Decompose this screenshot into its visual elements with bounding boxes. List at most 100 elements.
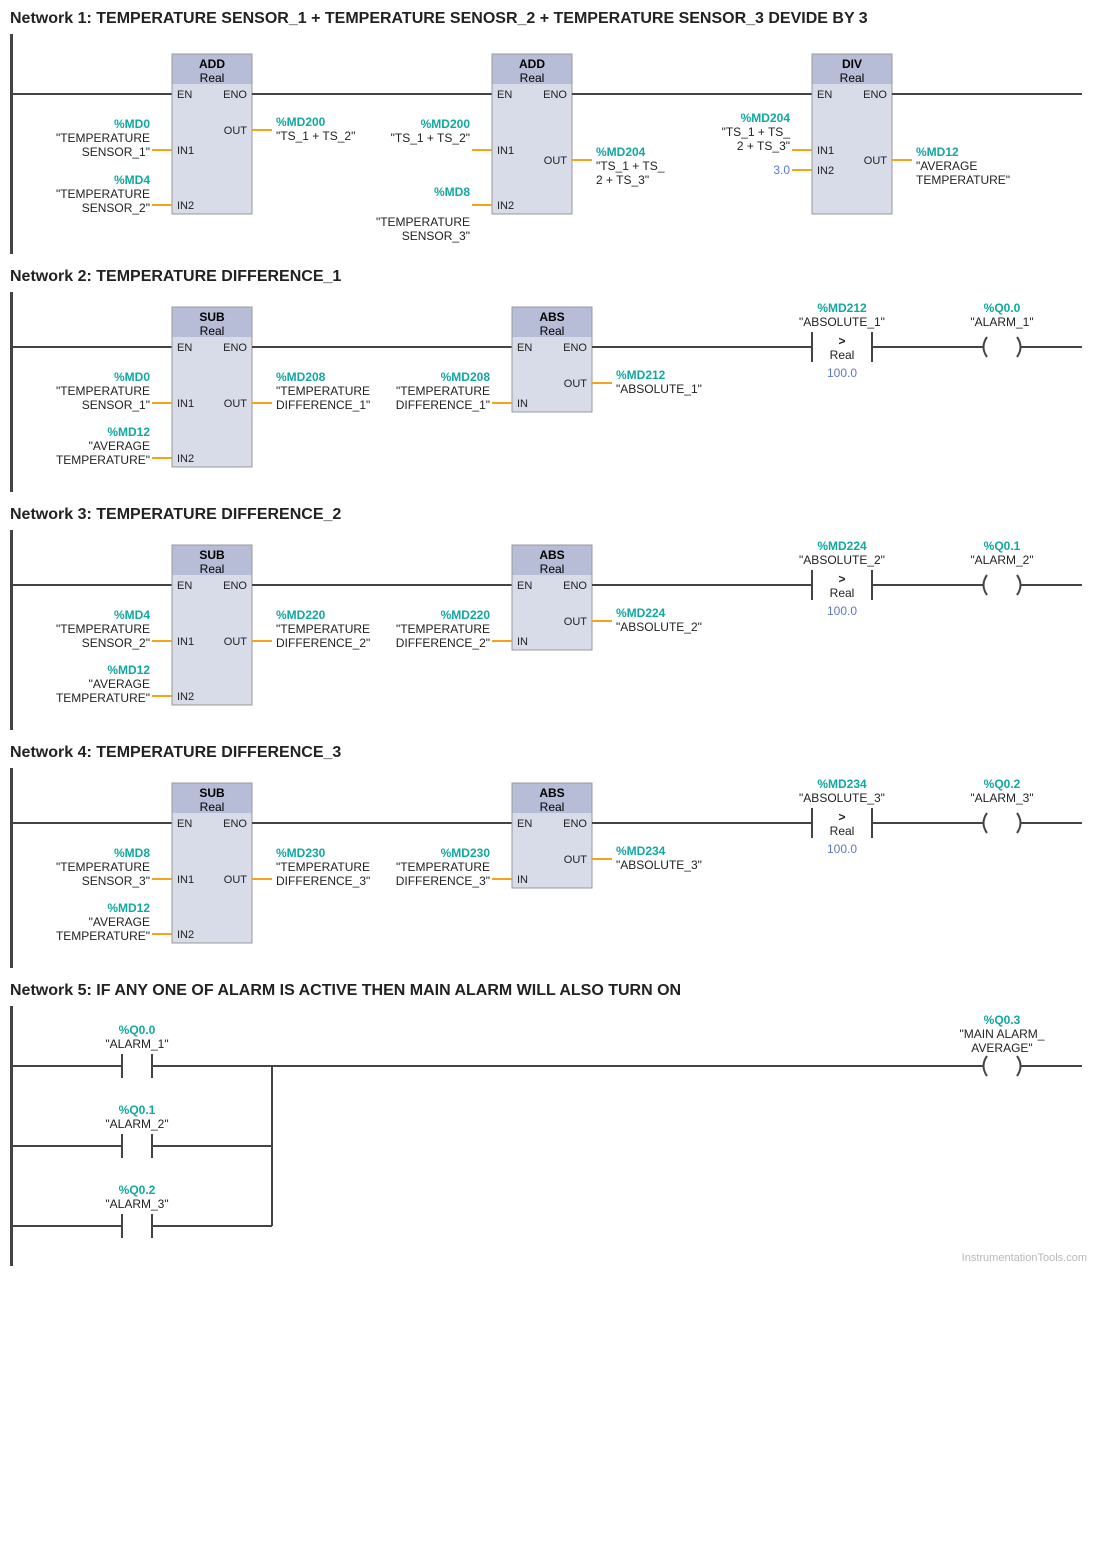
svg-text:"TEMPERATURE: "TEMPERATURE	[396, 860, 490, 874]
svg-text:%MD224: %MD224	[616, 606, 666, 620]
svg-text:EN: EN	[517, 818, 532, 830]
svg-text:"ALARM_1": "ALARM_1"	[970, 315, 1033, 329]
svg-text:%MD8: %MD8	[114, 846, 150, 860]
compare-contact: %MD234 "ABSOLUTE_3" > Real 100.0	[799, 777, 885, 856]
tag-addr: %MD8	[434, 185, 470, 199]
fbd-block-abs: ABS Real EN ENO IN OUT	[512, 307, 592, 412]
network-4: SUB Real EN ENO IN1 IN2 OUT %MD8 "TEMPER…	[10, 768, 1096, 968]
svg-text:>: >	[838, 572, 845, 586]
svg-text:SENSOR_3": SENSOR_3"	[402, 229, 470, 243]
svg-text:EN: EN	[177, 818, 192, 830]
svg-text:IN1: IN1	[177, 636, 194, 648]
svg-text:Real: Real	[840, 71, 865, 85]
svg-text:%MD4: %MD4	[114, 608, 150, 622]
svg-text:IN: IN	[517, 874, 528, 886]
svg-text:Real: Real	[540, 800, 565, 814]
tag-addr: %MD12	[916, 145, 959, 159]
svg-text:ADD: ADD	[199, 57, 225, 71]
fbd-block-div: DIV Real EN ENO IN1 IN2 OUT	[812, 54, 892, 214]
network-title-2: Network 2: TEMPERATURE DIFFERENCE_1	[10, 268, 1096, 286]
svg-text:Real: Real	[830, 586, 855, 600]
svg-text:%MD230: %MD230	[441, 846, 491, 860]
svg-text:DIV: DIV	[842, 57, 862, 71]
svg-text:SENSOR_3": SENSOR_3"	[82, 874, 150, 888]
svg-text:"TEMPERATURE: "TEMPERATURE	[276, 384, 370, 398]
svg-text:DIFFERENCE_1": DIFFERENCE_1"	[276, 398, 370, 412]
svg-text:2 + TS_3": 2 + TS_3"	[737, 139, 790, 153]
svg-text:SUB: SUB	[199, 548, 225, 562]
svg-text:"TEMPERATURE: "TEMPERATURE	[56, 187, 150, 201]
svg-text:"AVERAGE: "AVERAGE	[916, 159, 977, 173]
svg-text:ABS: ABS	[539, 548, 564, 562]
svg-text:>: >	[838, 810, 845, 824]
svg-text:DIFFERENCE_2": DIFFERENCE_2"	[396, 636, 490, 650]
svg-text:ENO: ENO	[563, 342, 587, 354]
svg-text:SENSOR_1": SENSOR_1"	[82, 145, 150, 159]
output-coil: %Q0.0 "ALARM_1"	[970, 301, 1033, 357]
fbd-block-sub: SUB Real EN ENO IN1 IN2 OUT	[172, 545, 252, 705]
svg-text:"ALARM_3": "ALARM_3"	[105, 1197, 168, 1211]
svg-text:OUT: OUT	[564, 854, 588, 866]
fbd-block-abs: ABS Real EN ENO IN OUT	[512, 545, 592, 650]
svg-text:>: >	[838, 334, 845, 348]
svg-text:"ABSOLUTE_1": "ABSOLUTE_1"	[616, 382, 702, 396]
svg-text:OUT: OUT	[224, 125, 248, 137]
tag-addr: %MD204	[741, 111, 791, 125]
svg-text:Real: Real	[200, 324, 225, 338]
svg-text:IN: IN	[517, 636, 528, 648]
fbd-block-sub: SUB Real EN ENO IN1 IN2 OUT	[172, 307, 252, 467]
svg-text:IN1: IN1	[177, 398, 194, 410]
svg-text:DIFFERENCE_3": DIFFERENCE_3"	[276, 874, 370, 888]
network-5: %Q0.0 "ALARM_1" %Q0.1 "ALARM_2" %Q0.2 "A…	[10, 1006, 1096, 1266]
svg-text:OUT: OUT	[564, 378, 588, 390]
svg-text:IN2: IN2	[177, 200, 194, 212]
svg-text:ABS: ABS	[539, 310, 564, 324]
svg-text:%MD220: %MD220	[276, 608, 326, 622]
svg-text:%MD12: %MD12	[107, 901, 150, 915]
svg-text:ADD: ADD	[519, 57, 545, 71]
svg-text:Real: Real	[540, 562, 565, 576]
svg-text:"ABSOLUTE_3": "ABSOLUTE_3"	[799, 791, 885, 805]
svg-text:ABS: ABS	[539, 786, 564, 800]
svg-text:Real: Real	[200, 800, 225, 814]
svg-text:DIFFERENCE_3": DIFFERENCE_3"	[396, 874, 490, 888]
svg-text:"ABSOLUTE_2": "ABSOLUTE_2"	[799, 553, 885, 567]
svg-text:%MD234: %MD234	[817, 777, 867, 791]
svg-text:EN: EN	[177, 89, 192, 101]
svg-text:"AVERAGE: "AVERAGE	[89, 677, 150, 691]
compare-contact: %MD212 "ABSOLUTE_1" > Real 100.0	[799, 301, 885, 380]
fbd-block-add-2: ADD Real EN ENO IN1 IN2 OUT	[492, 54, 572, 214]
svg-text:IN1: IN1	[177, 874, 194, 886]
svg-text:%MD0: %MD0	[114, 370, 150, 384]
svg-text:%Q0.2: %Q0.2	[119, 1183, 156, 1197]
svg-text:%Q0.1: %Q0.1	[119, 1103, 156, 1117]
output-coil: %Q0.1 "ALARM_2"	[970, 539, 1033, 595]
svg-text:"TEMPERATURE: "TEMPERATURE	[56, 384, 150, 398]
svg-text:IN2: IN2	[817, 165, 834, 177]
svg-text:%MD220: %MD220	[441, 608, 491, 622]
svg-text:IN2: IN2	[177, 929, 194, 941]
tag-addr: %MD204	[596, 145, 646, 159]
svg-text:AVERAGE": AVERAGE"	[971, 1041, 1032, 1055]
tag-name: "TEMPERATURE	[56, 131, 150, 145]
svg-text:SENSOR_2": SENSOR_2"	[82, 201, 150, 215]
svg-text:ENO: ENO	[543, 89, 567, 101]
svg-text:ENO: ENO	[563, 580, 587, 592]
svg-text:TEMPERATURE": TEMPERATURE"	[56, 453, 150, 467]
svg-text:SUB: SUB	[199, 786, 225, 800]
svg-text:"TEMPERATURE: "TEMPERATURE	[276, 622, 370, 636]
svg-text:Real: Real	[830, 824, 855, 838]
network-title-3: Network 3: TEMPERATURE DIFFERENCE_2	[10, 506, 1096, 524]
svg-text:EN: EN	[517, 580, 532, 592]
svg-text:DIFFERENCE_2": DIFFERENCE_2"	[276, 636, 370, 650]
svg-text:"TEMPERATURE: "TEMPERATURE	[276, 860, 370, 874]
svg-text:"ABSOLUTE_3": "ABSOLUTE_3"	[616, 858, 702, 872]
svg-text:IN2: IN2	[177, 691, 194, 703]
svg-text:%Q0.3: %Q0.3	[984, 1013, 1021, 1027]
tag-addr: %MD4	[114, 173, 150, 187]
svg-text:EN: EN	[817, 89, 832, 101]
svg-text:DIFFERENCE_1": DIFFERENCE_1"	[396, 398, 490, 412]
svg-text:OUT: OUT	[224, 874, 248, 886]
svg-text:"ALARM_3": "ALARM_3"	[970, 791, 1033, 805]
output-coil: %Q0.2 "ALARM_3"	[970, 777, 1033, 833]
